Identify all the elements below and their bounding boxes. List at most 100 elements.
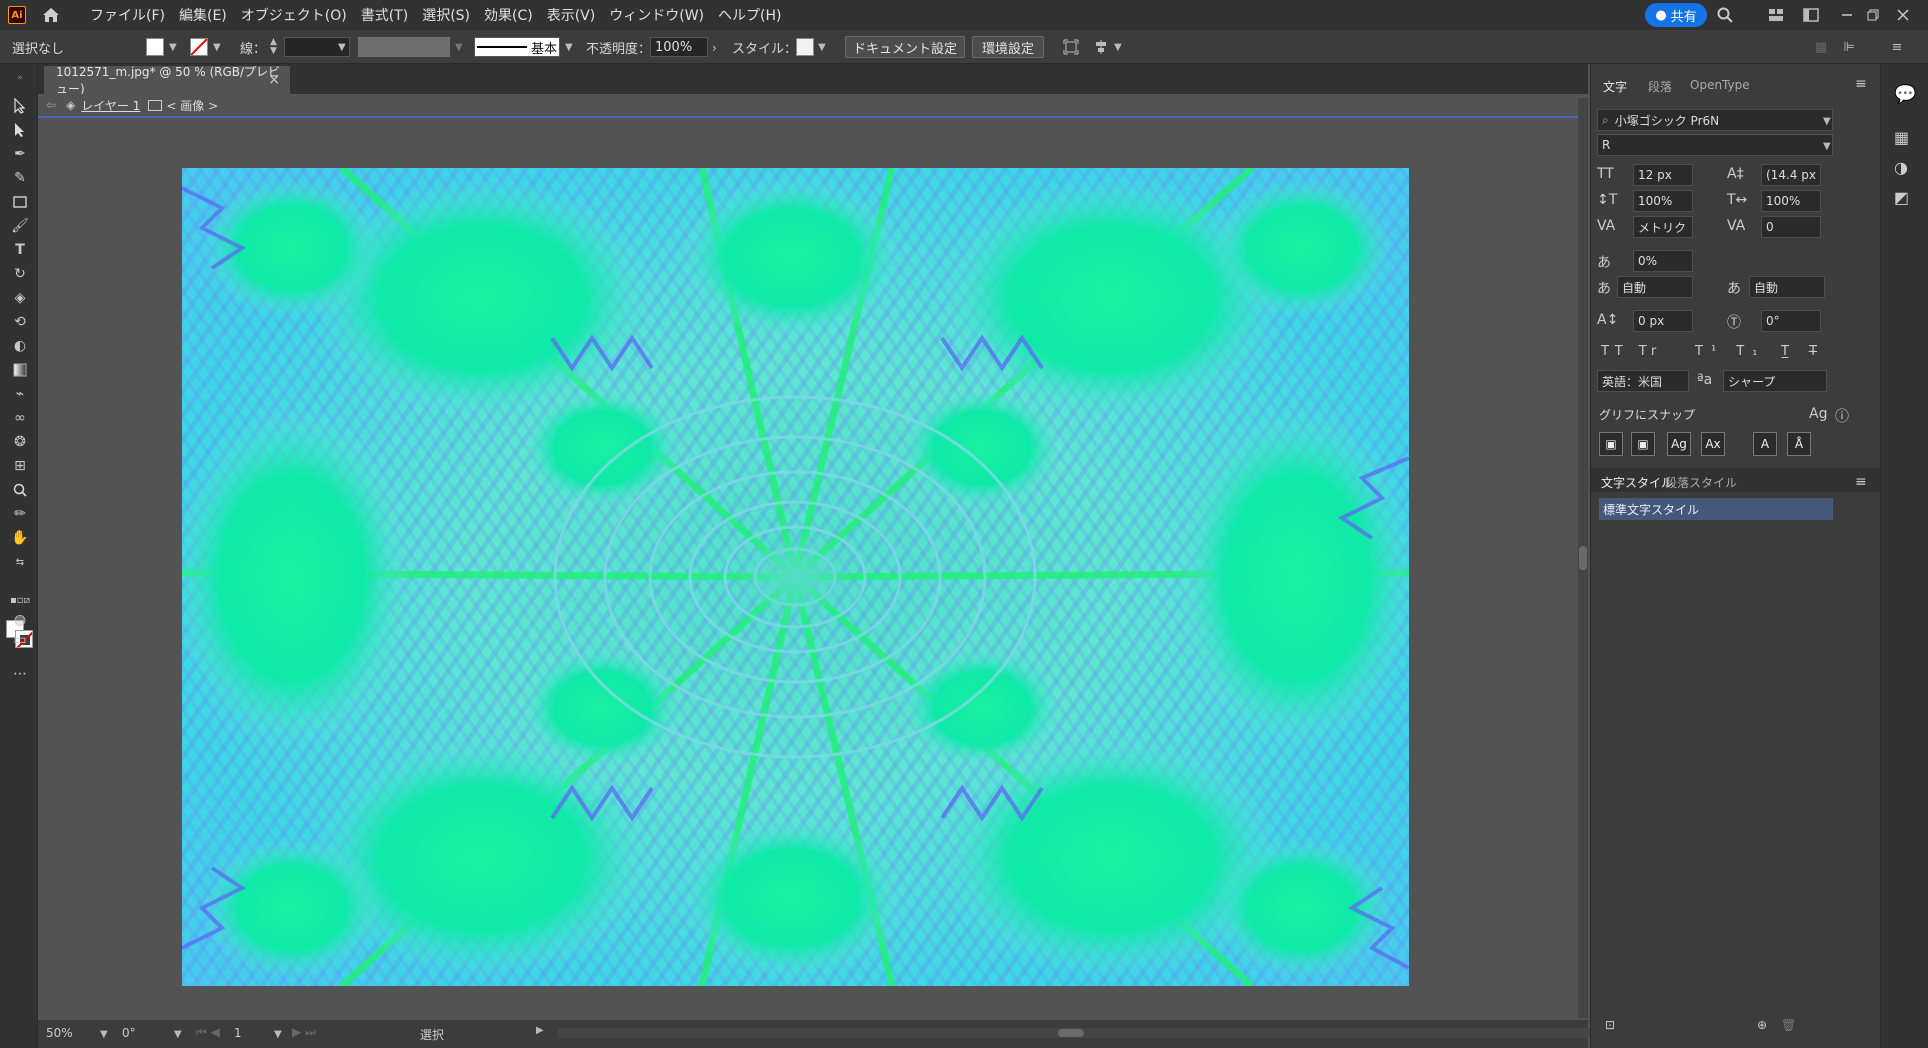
paintbrush-tool-icon[interactable]: 🖌	[9, 216, 31, 236]
placed-image[interactable]	[182, 168, 1409, 986]
stroke-swatch[interactable]	[190, 38, 208, 56]
menu-object[interactable]: オブジェクト(O)	[241, 5, 347, 25]
fill-swatch[interactable]	[146, 38, 164, 56]
snap-proximity-button[interactable]: Ax	[1701, 432, 1725, 456]
underline-strike-icon[interactable]: T̲ T̶	[1781, 344, 1825, 359]
leading-field[interactable]: (14.4 px	[1761, 164, 1821, 186]
vertical-scale-field[interactable]: 100%	[1633, 190, 1693, 212]
arrange-icon[interactable]	[1802, 6, 1820, 24]
aki-right-field[interactable]: 自動	[1749, 276, 1825, 298]
panel-menu-icon[interactable]: ≡	[1855, 76, 1867, 92]
stroke-chevron-down-icon[interactable]: ▼	[213, 42, 221, 53]
curvature-tool-icon[interactable]: ✎	[9, 168, 31, 188]
screen-mode-icon[interactable]: ▭	[9, 630, 31, 650]
snap-glyph-bounds-button[interactable]: Ag	[1667, 432, 1691, 456]
color-mode-icon[interactable]: ▪▫⧄	[9, 590, 31, 610]
language-field[interactable]: 英語：米国	[1597, 370, 1689, 392]
eraser-tool-icon[interactable]: ◈	[9, 288, 31, 308]
menu-view[interactable]: 表示(V)	[547, 5, 596, 25]
menu-edit[interactable]: 編集(E)	[179, 5, 227, 25]
close-tab-icon[interactable]: ×	[268, 72, 280, 88]
menu-lines-icon[interactable]: ≡	[1888, 38, 1906, 56]
workspace-icon[interactable]	[1767, 6, 1785, 24]
tab-character-styles[interactable]: 文字スタイル	[1601, 474, 1673, 491]
aki-left-field[interactable]: 自動	[1617, 276, 1693, 298]
font-size-field[interactable]: 12 px	[1633, 164, 1693, 186]
shape-builder-tool-icon[interactable]: ◐	[9, 336, 31, 356]
back-arrow-icon[interactable]: ⇦	[46, 98, 56, 112]
status-arrow-icon[interactable]: ▶	[536, 1025, 544, 1036]
font-style-chevron-down-icon[interactable]: ▼	[1823, 141, 1831, 152]
menu-select[interactable]: 選択(S)	[422, 5, 470, 25]
menu-file[interactable]: ファイル(F)	[90, 5, 165, 25]
zoom-chevron-down-icon[interactable]: ▼	[100, 1029, 108, 1040]
color-guide-icon[interactable]: ◩	[1894, 188, 1909, 207]
rotate-tool-icon[interactable]: ↻	[9, 264, 31, 284]
draw-mode-icon[interactable]: ◍	[9, 610, 31, 630]
stroke-weight-chevron-down-icon[interactable]: ▼	[338, 42, 346, 53]
font-family-chevron-down-icon[interactable]: ▼	[1823, 116, 1831, 127]
stroke-stepper-icon[interactable]: ▲ ▼	[270, 38, 277, 56]
breadcrumb-layer[interactable]: レイヤー 1	[81, 97, 140, 114]
horizontal-scrollbar[interactable]	[558, 1028, 1598, 1038]
kerning-field[interactable]: メトリク	[1633, 216, 1693, 238]
pencil-tool-icon[interactable]: ✏	[9, 504, 31, 524]
free-transform-tool-icon[interactable]: ⟲	[9, 312, 31, 332]
snap-xheight-button[interactable]: ▣	[1631, 432, 1655, 456]
opacity-field[interactable]: 100%	[650, 37, 708, 57]
blend-tool-icon[interactable]: ∞	[9, 408, 31, 428]
symbol-sprayer-tool-icon[interactable]: ❂	[9, 432, 31, 452]
align-icon[interactable]	[1092, 38, 1110, 56]
tracking-field[interactable]: 0	[1761, 216, 1821, 238]
vertical-scroll-thumb[interactable]	[1579, 546, 1587, 570]
new-style-icon[interactable]: ⊕	[1757, 1018, 1767, 1032]
search-icon[interactable]	[1716, 6, 1734, 24]
snap-glyph-options-icon[interactable]: Ag	[1809, 406, 1827, 422]
info-icon[interactable]: ⓘ	[1835, 406, 1849, 426]
rotation-value[interactable]: 0°	[122, 1026, 136, 1040]
restore-icon[interactable]	[1864, 6, 1882, 24]
snap-anchor-button[interactable]: Å	[1787, 432, 1811, 456]
character-rotation-field[interactable]: 0°	[1761, 310, 1821, 332]
next-artboard-icon[interactable]: ▶ ⏭	[292, 1025, 316, 1040]
font-family-field[interactable]: ⌕ 小塚ゴシック Pr6N	[1597, 109, 1833, 131]
style-item-default[interactable]: 標準文字スタイル	[1599, 498, 1833, 520]
libraries-icon[interactable]: ▦	[1894, 128, 1909, 147]
antialias-field[interactable]: シャープ	[1723, 370, 1827, 392]
eyedropper-tool-icon[interactable]: ⌁	[9, 384, 31, 404]
home-icon[interactable]	[40, 4, 62, 26]
graphic-style-swatch[interactable]	[796, 38, 814, 56]
direct-selection-tool-icon[interactable]	[9, 120, 31, 140]
collapse-toolbar-icon[interactable]: »	[9, 68, 31, 88]
align-chevron-down-icon[interactable]: ▼	[1114, 42, 1122, 53]
fill-chevron-down-icon[interactable]: ▼	[169, 42, 177, 53]
panel-options-icon[interactable]: ⊫	[1840, 38, 1858, 56]
type-styles-icon[interactable]: TT Tr	[1601, 344, 1662, 359]
document-tab[interactable]: 1012571_m.jpg* @ 50 % (RGB/プレビュー) ×	[44, 65, 290, 96]
pen-tool-icon[interactable]: ✒	[9, 144, 31, 164]
selection-tool-icon[interactable]	[9, 96, 31, 116]
style-options-icon[interactable]: ⊡	[1605, 1018, 1615, 1032]
menu-help[interactable]: ヘルプ(H)	[718, 5, 781, 25]
artboard-number[interactable]: 1	[234, 1026, 242, 1040]
appearance-icon[interactable]: ◑	[1894, 158, 1908, 177]
share-button[interactable]: ● 共有	[1645, 3, 1707, 27]
style-chevron-down-icon[interactable]: ▼	[818, 42, 826, 53]
opacity-chevron-right-icon[interactable]: ›	[712, 41, 717, 55]
variable-width-profile[interactable]	[358, 37, 450, 57]
brush-definition[interactable]: 基本	[474, 37, 560, 57]
menu-effect[interactable]: 効果(C)	[484, 5, 533, 25]
tab-paragraph[interactable]: 段落	[1648, 78, 1672, 95]
snap-angular-button[interactable]: A	[1753, 432, 1777, 456]
tab-paragraph-styles[interactable]: 段落スタイル	[1665, 474, 1737, 491]
comments-icon[interactable]: 💬	[1894, 84, 1916, 105]
styles-menu-icon[interactable]: ≡	[1855, 474, 1867, 490]
menu-type[interactable]: 書式(T)	[361, 5, 408, 25]
horizontal-scale-field[interactable]: 100%	[1761, 190, 1821, 212]
transform-icon[interactable]	[1062, 38, 1080, 56]
type-tool-icon[interactable]: T	[9, 240, 31, 260]
vertical-scrollbar[interactable]	[1578, 98, 1588, 1018]
tab-opentype[interactable]: OpenType	[1690, 78, 1750, 92]
document-setup-button[interactable]: ドキュメント設定	[845, 36, 965, 58]
gradient-tool-icon[interactable]	[9, 360, 31, 380]
